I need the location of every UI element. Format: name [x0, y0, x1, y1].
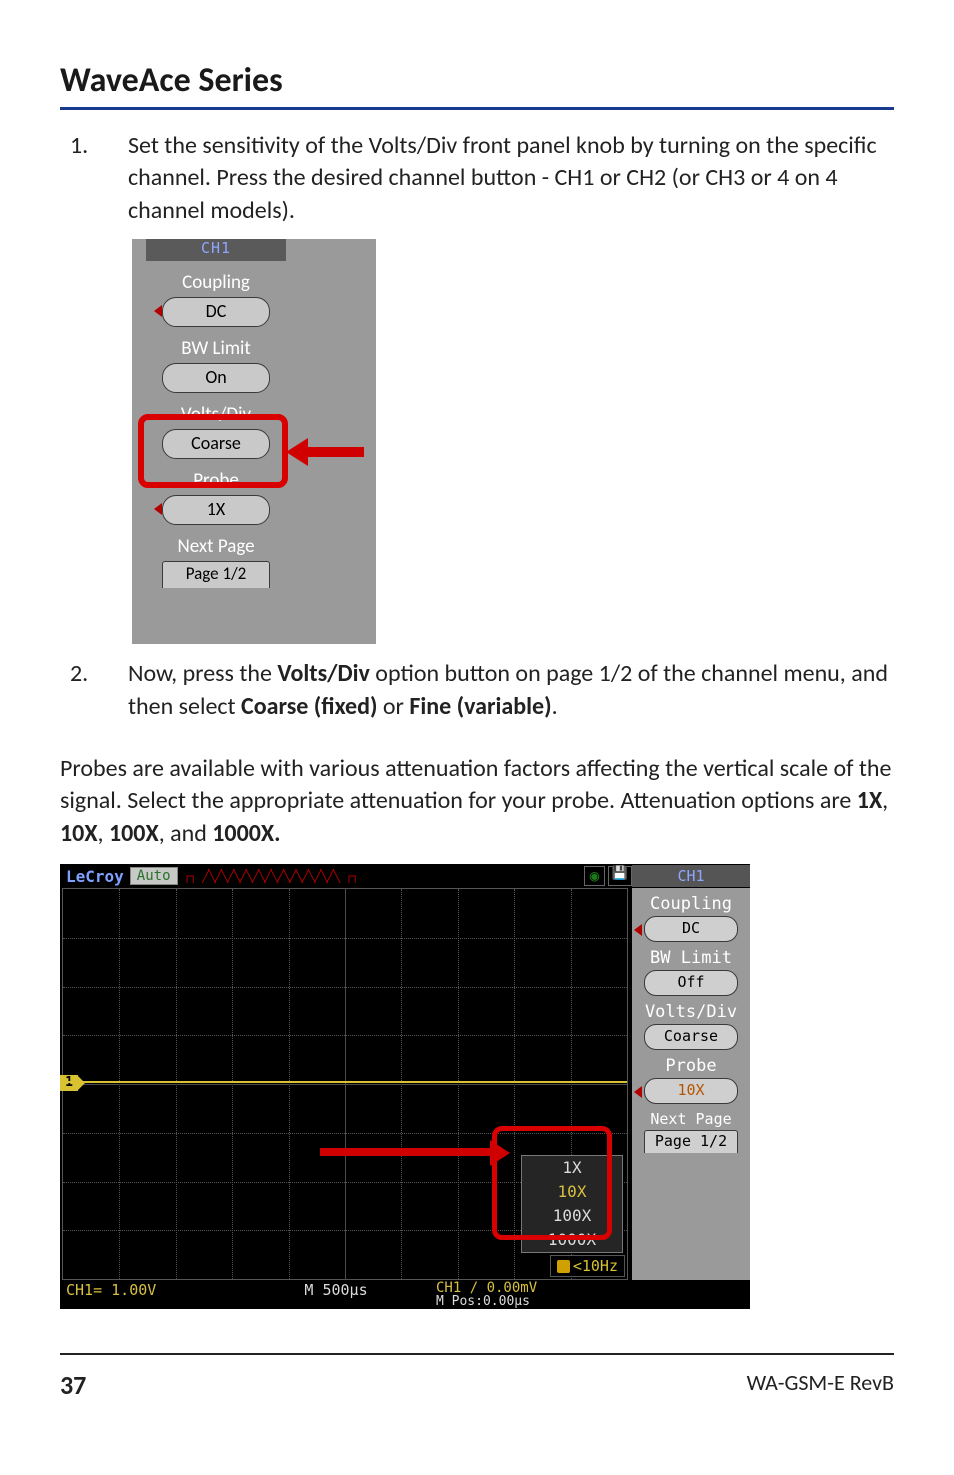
menu-item-nextpage[interactable]: Next Page Page 1/2: [146, 535, 286, 588]
opt: 10X: [60, 819, 98, 848]
t: or: [377, 692, 409, 721]
left-tri-icon: [634, 1086, 642, 1098]
freq-icon: [557, 1260, 570, 1273]
scope-bottom-bar: CH1= 1.00V M 500µs CH1 / 0.00mV M Pos:0.…: [60, 1279, 750, 1309]
side-label: Probe: [632, 1056, 750, 1076]
freq-value: <10Hz: [573, 1257, 618, 1275]
title-rule: [60, 107, 894, 110]
trig-line2: M Pos:0.00µs: [436, 1295, 750, 1309]
t-bold: Fine (variable): [409, 692, 551, 721]
menu-header: CH1: [146, 239, 286, 261]
opt: 100X: [109, 819, 159, 848]
t-bold: Volts/Div: [277, 659, 369, 688]
j: ,: [98, 819, 109, 848]
scope-topbar: LeCroy Auto ┌┐ ╱╲╱╲╱╲╱╲╱╲╱╲╱╲╱╲╱╲╱╲╱╲ ┌┐…: [60, 864, 750, 888]
footer-rule: [60, 1353, 894, 1355]
side-item-voltsdiv[interactable]: Volts/Div Coarse: [632, 1002, 750, 1050]
menu-value: 1X: [162, 495, 270, 525]
step-2-number: 2.: [60, 658, 128, 723]
menu-item-bwlimit[interactable]: BW Limit On: [146, 337, 286, 393]
opt: 1000X.: [212, 819, 280, 848]
page-title: WaveAce Series: [60, 60, 894, 101]
j: , and: [159, 819, 213, 848]
footer-right: WA-GSM-E RevB: [747, 1369, 894, 1401]
side-value: Off: [644, 970, 738, 996]
step-1-text: Set the sensitivity of the Volts/Div fro…: [128, 130, 894, 227]
side-menu-header: CH1: [632, 865, 750, 887]
side-label: Coupling: [632, 894, 750, 914]
side-label: Volts/Div: [632, 1002, 750, 1022]
step-2-text: Now, press the Volts/Div option button o…: [128, 658, 894, 723]
side-value: Page 1/2: [644, 1130, 738, 1153]
step-1-number: 1.: [60, 130, 128, 227]
side-value: 10X: [644, 1078, 738, 1104]
t: .: [552, 692, 558, 721]
menu-label: Next Page: [146, 535, 286, 558]
ch1-scale: CH1= 1.00V: [60, 1281, 256, 1299]
side-label: BW Limit: [632, 948, 750, 968]
menu-label: Coupling: [146, 271, 286, 294]
side-value: Coarse: [644, 1024, 738, 1050]
left-tri-icon: [154, 305, 162, 317]
waveform-preview-icon: ┌┐ ╱╲╱╲╱╲╱╲╱╲╱╲╱╲╱╲╱╲╱╲╱╲ ┌┐: [178, 869, 581, 883]
t-bold: Coarse (fixed): [241, 692, 377, 721]
side-item-coupling[interactable]: Coupling DC: [632, 894, 750, 942]
paragraph-attenuation: Probes are available with various attenu…: [60, 753, 894, 850]
j: ,: [882, 786, 888, 815]
side-item-bwlimit[interactable]: BW Limit Off: [632, 948, 750, 996]
side-value: DC: [644, 916, 738, 942]
side-item-nextpage[interactable]: Next Page Page 1/2: [632, 1110, 750, 1153]
red-highlight-box: [492, 1126, 612, 1240]
red-arrow-icon: [286, 438, 364, 466]
menu-item-coupling[interactable]: Coupling DC: [146, 271, 286, 327]
ch1-trace: [63, 1073, 627, 1091]
auto-button[interactable]: Auto: [130, 867, 178, 885]
menu-label: BW Limit: [146, 337, 286, 360]
timebase: M 500µs: [256, 1281, 416, 1299]
left-tri-icon: [154, 503, 162, 515]
menu-value: Page 1/2: [162, 561, 270, 588]
side-label: Next Page: [632, 1110, 750, 1128]
brand-label: LeCroy: [60, 867, 130, 886]
trig-readout: CH1 / 0.00mV M Pos:0.00µs: [416, 1281, 750, 1309]
side-item-probe[interactable]: Probe 10X: [632, 1056, 750, 1104]
opt: 1X: [857, 786, 882, 815]
t: Probes are available with various attenu…: [60, 754, 891, 815]
scope-side-menu: Coupling DC BW Limit Off Volts/Div Coars…: [632, 888, 750, 1280]
menu-value: On: [162, 363, 270, 393]
freq-readout: <10Hz: [550, 1255, 625, 1277]
screenshot-ch1-menu: CH1 Coupling DC BW Limit On Volts/Div Co…: [132, 239, 376, 644]
red-highlight-box: [138, 414, 288, 488]
status-icon: ◉: [584, 866, 605, 886]
red-arrow-icon: [320, 1140, 510, 1166]
save-icon[interactable]: 💾: [608, 866, 632, 886]
page-number: 37: [60, 1369, 86, 1401]
menu-value: DC: [162, 297, 270, 327]
left-tri-icon: [634, 924, 642, 936]
screenshot-scope: LeCroy Auto ┌┐ ╱╲╱╲╱╲╱╲╱╲╱╲╱╲╱╲╱╲╱╲╱╲ ┌┐…: [60, 864, 750, 1309]
t: Now, press the: [128, 659, 277, 688]
